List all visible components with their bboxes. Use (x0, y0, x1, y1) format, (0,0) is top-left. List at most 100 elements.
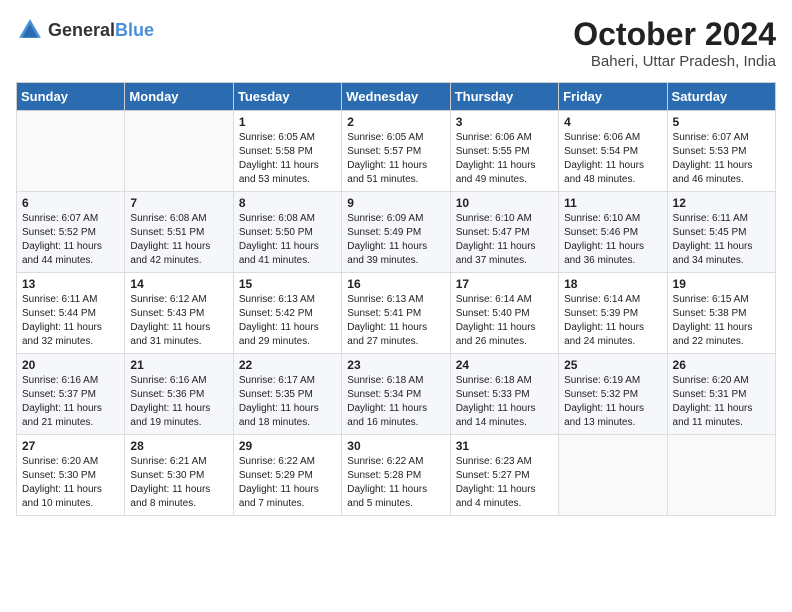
day-number: 27 (22, 439, 119, 453)
day-info: Sunrise: 6:20 AMSunset: 5:30 PMDaylight:… (22, 455, 119, 511)
weekday-header-row: SundayMondayTuesdayWednesdayThursdayFrid… (17, 83, 776, 111)
calendar-cell: 28 Sunrise: 6:21 AMSunset: 5:30 PMDayligh… (125, 435, 233, 516)
day-info: Sunrise: 6:14 AMSunset: 5:39 PMDaylight:… (564, 293, 661, 349)
calendar-week-row: 13 Sunrise: 6:11 AMSunset: 5:44 PMDayligh… (17, 273, 776, 354)
day-number: 24 (456, 358, 553, 372)
day-info: Sunrise: 6:06 AMSunset: 5:54 PMDaylight:… (564, 131, 661, 187)
day-number: 1 (239, 115, 336, 129)
day-number: 2 (347, 115, 444, 129)
calendar-cell: 12 Sunrise: 6:11 AMSunset: 5:45 PMDayligh… (667, 192, 775, 273)
day-info: Sunrise: 6:17 AMSunset: 5:35 PMDaylight:… (239, 374, 336, 430)
calendar-cell: 15Sunrise: 6:13 AMSunset: 5:42 PMDayligh… (233, 273, 341, 354)
calendar-cell (667, 435, 775, 516)
calendar-cell: 16 Sunrise: 6:13 AMSunset: 5:41 PMDayligh… (342, 273, 450, 354)
calendar-cell: 24Sunrise: 6:18 AMSunset: 5:33 PMDayligh… (450, 354, 558, 435)
calendar-week-row: 20 Sunrise: 6:16 AMSunset: 5:37 PMDayligh… (17, 354, 776, 435)
day-info: Sunrise: 6:08 AMSunset: 5:51 PMDaylight:… (130, 212, 227, 268)
calendar-cell (559, 435, 667, 516)
calendar-cell: 25 Sunrise: 6:19 AMSunset: 5:32 PMDayligh… (559, 354, 667, 435)
day-info: Sunrise: 6:05 AMSunset: 5:58 PMDaylight:… (239, 131, 336, 187)
day-info: Sunrise: 6:21 AMSunset: 5:30 PMDaylight:… (130, 455, 227, 511)
weekday-header: Friday (559, 83, 667, 111)
day-number: 15 (239, 277, 336, 291)
location: Baheri, Uttar Pradesh, India (573, 53, 776, 70)
day-info: Sunrise: 6:22 AMSunset: 5:29 PMDaylight:… (239, 455, 336, 511)
calendar-cell: 17 Sunrise: 6:14 AMSunset: 5:40 PMDayligh… (450, 273, 558, 354)
calendar-cell: 11 Sunrise: 6:10 AMSunset: 5:46 PMDayligh… (559, 192, 667, 273)
day-info: Sunrise: 6:23 AMSunset: 5:27 PMDaylight:… (456, 455, 553, 511)
calendar-cell: 14Sunrise: 6:12 AMSunset: 5:43 PMDayligh… (125, 273, 233, 354)
day-info: Sunrise: 6:19 AMSunset: 5:32 PMDaylight:… (564, 374, 661, 430)
calendar-cell: 13 Sunrise: 6:11 AMSunset: 5:44 PMDayligh… (17, 273, 125, 354)
day-number: 16 (347, 277, 444, 291)
day-info: Sunrise: 6:07 AMSunset: 5:52 PMDaylight:… (22, 212, 119, 268)
day-number: 22 (239, 358, 336, 372)
day-number: 23 (347, 358, 444, 372)
day-number: 12 (673, 196, 770, 210)
calendar-cell: 5Sunrise: 6:07 AMSunset: 5:53 PMDaylight… (667, 111, 775, 192)
calendar-cell: 4 Sunrise: 6:06 AMSunset: 5:54 PMDaylight… (559, 111, 667, 192)
weekday-header: Wednesday (342, 83, 450, 111)
day-info: Sunrise: 6:11 AMSunset: 5:44 PMDaylight:… (22, 293, 119, 349)
day-info: Sunrise: 6:10 AMSunset: 5:47 PMDaylight:… (456, 212, 553, 268)
day-info: Sunrise: 6:13 AMSunset: 5:41 PMDaylight:… (347, 293, 444, 349)
calendar-cell: 22 Sunrise: 6:17 AMSunset: 5:35 PMDayligh… (233, 354, 341, 435)
day-number: 25 (564, 358, 661, 372)
day-number: 21 (130, 358, 227, 372)
calendar-week-row: 27 Sunrise: 6:20 AMSunset: 5:30 PMDayligh… (17, 435, 776, 516)
day-number: 8 (239, 196, 336, 210)
day-number: 4 (564, 115, 661, 129)
day-info: Sunrise: 6:08 AMSunset: 5:50 PMDaylight:… (239, 212, 336, 268)
calendar-cell: 7 Sunrise: 6:08 AMSunset: 5:51 PMDaylight… (125, 192, 233, 273)
day-number: 10 (456, 196, 553, 210)
day-info: Sunrise: 6:09 AMSunset: 5:49 PMDaylight:… (347, 212, 444, 268)
calendar-cell: 23 Sunrise: 6:18 AMSunset: 5:34 PMDayligh… (342, 354, 450, 435)
calendar-cell: 18 Sunrise: 6:14 AMSunset: 5:39 PMDayligh… (559, 273, 667, 354)
day-number: 19 (673, 277, 770, 291)
day-info: Sunrise: 6:07 AMSunset: 5:53 PMDaylight:… (673, 131, 770, 187)
day-number: 29 (239, 439, 336, 453)
day-number: 13 (22, 277, 119, 291)
day-number: 7 (130, 196, 227, 210)
day-number: 9 (347, 196, 444, 210)
title-block: October 2024 Baheri, Uttar Pradesh, Indi… (573, 16, 776, 70)
day-info: Sunrise: 6:14 AMSunset: 5:40 PMDaylight:… (456, 293, 553, 349)
calendar-table: SundayMondayTuesdayWednesdayThursdayFrid… (16, 82, 776, 516)
day-number: 17 (456, 277, 553, 291)
weekday-header: Tuesday (233, 83, 341, 111)
calendar-cell: 20 Sunrise: 6:16 AMSunset: 5:37 PMDayligh… (17, 354, 125, 435)
day-number: 31 (456, 439, 553, 453)
day-number: 18 (564, 277, 661, 291)
day-info: Sunrise: 6:06 AMSunset: 5:55 PMDaylight:… (456, 131, 553, 187)
day-info: Sunrise: 6:20 AMSunset: 5:31 PMDaylight:… (673, 374, 770, 430)
logo: GeneralBlue (16, 16, 154, 44)
logo-text-blue: Blue (115, 20, 154, 40)
calendar-cell: 29 Sunrise: 6:22 AMSunset: 5:29 PMDayligh… (233, 435, 341, 516)
calendar-cell: 10 Sunrise: 6:10 AMSunset: 5:47 PMDayligh… (450, 192, 558, 273)
weekday-header: Saturday (667, 83, 775, 111)
day-info: Sunrise: 6:05 AMSunset: 5:57 PMDaylight:… (347, 131, 444, 187)
calendar-week-row: 6 Sunrise: 6:07 AMSunset: 5:52 PMDaylight… (17, 192, 776, 273)
day-info: Sunrise: 6:15 AMSunset: 5:38 PMDaylight:… (673, 293, 770, 349)
calendar-cell: 8 Sunrise: 6:08 AMSunset: 5:50 PMDaylight… (233, 192, 341, 273)
calendar-cell: 31 Sunrise: 6:23 AMSunset: 5:27 PMDayligh… (450, 435, 558, 516)
day-info: Sunrise: 6:12 AMSunset: 5:43 PMDaylight:… (130, 293, 227, 349)
calendar-cell: 26 Sunrise: 6:20 AMSunset: 5:31 PMDayligh… (667, 354, 775, 435)
day-number: 20 (22, 358, 119, 372)
day-number: 28 (130, 439, 227, 453)
weekday-header: Thursday (450, 83, 558, 111)
month-year: October 2024 (573, 16, 776, 53)
day-info: Sunrise: 6:18 AMSunset: 5:34 PMDaylight:… (347, 374, 444, 430)
day-number: 11 (564, 196, 661, 210)
calendar-cell: 1 Sunrise: 6:05 AMSunset: 5:58 PMDaylight… (233, 111, 341, 192)
calendar-cell: 21Sunrise: 6:16 AMSunset: 5:36 PMDayligh… (125, 354, 233, 435)
day-info: Sunrise: 6:10 AMSunset: 5:46 PMDaylight:… (564, 212, 661, 268)
day-info: Sunrise: 6:16 AMSunset: 5:37 PMDaylight:… (22, 374, 119, 430)
day-info: Sunrise: 6:11 AMSunset: 5:45 PMDaylight:… (673, 212, 770, 268)
day-number: 6 (22, 196, 119, 210)
calendar-cell: 30Sunrise: 6:22 AMSunset: 5:28 PMDayligh… (342, 435, 450, 516)
day-number: 26 (673, 358, 770, 372)
calendar-cell (17, 111, 125, 192)
calendar-cell: 2 Sunrise: 6:05 AMSunset: 5:57 PMDaylight… (342, 111, 450, 192)
calendar-cell: 19 Sunrise: 6:15 AMSunset: 5:38 PMDayligh… (667, 273, 775, 354)
